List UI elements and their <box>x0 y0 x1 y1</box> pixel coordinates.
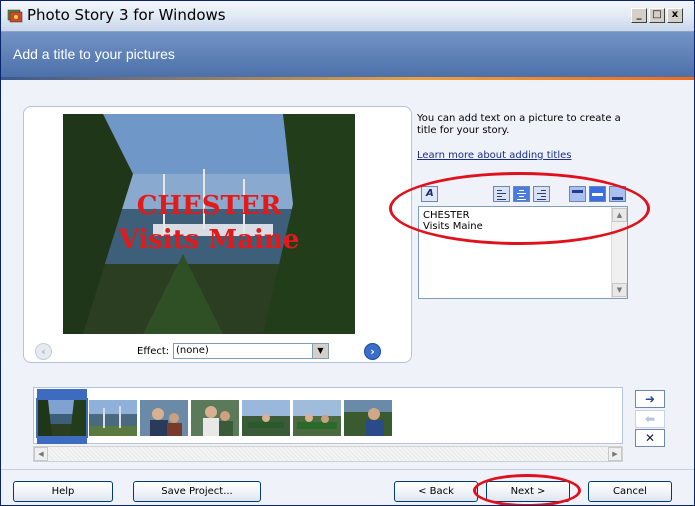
overlay-line-1: CHESTER <box>136 191 282 221</box>
minimize-button[interactable]: _ <box>631 8 647 23</box>
learn-more-link[interactable]: Learn more about adding titles <box>417 150 571 161</box>
app-window: Photo Story 3 for Windows _ □ x Add a ti… <box>0 0 695 506</box>
filmstrip-scrollbar[interactable]: ◀ ▶ <box>33 446 623 462</box>
instructions-text: You can add text on a picture to create … <box>417 113 621 136</box>
align-center-button[interactable] <box>513 186 530 202</box>
footer-divider <box>1 469 694 470</box>
right-arrow-icon: ➜ <box>644 392 656 406</box>
photo-story-app-icon <box>7 9 23 23</box>
align-middle-button[interactable] <box>589 186 606 202</box>
thumbnail[interactable] <box>293 400 341 436</box>
chevron-down-icon[interactable]: ▼ <box>312 344 328 358</box>
left-arrow-icon: ⬅ <box>644 412 656 426</box>
back-button[interactable]: < Back <box>394 481 478 502</box>
text-line-1: CHESTER <box>423 210 470 221</box>
window-title: Photo Story 3 for Windows <box>27 6 226 24</box>
font-icon: A <box>426 188 434 199</box>
next-button[interactable]: Next > <box>486 481 570 502</box>
title-overlay: CHESTER Visits Maine <box>63 189 355 257</box>
thumbnail[interactable] <box>344 400 392 436</box>
thumbnail[interactable] <box>191 400 239 436</box>
title-bar: Photo Story 3 for Windows _ □ x <box>1 1 694 32</box>
save-project-button[interactable]: Save Project... <box>133 481 261 502</box>
chevron-left-icon: ‹ <box>41 345 46 358</box>
title-text-box[interactable]: CHESTER Visits Maine ▲ ▼ <box>418 206 628 299</box>
preview-image[interactable]: CHESTER Visits Maine <box>63 114 355 334</box>
filmstrip <box>33 387 623 444</box>
thumbnail[interactable] <box>140 400 188 436</box>
text-box-scrollbar[interactable]: ▲ ▼ <box>611 207 627 298</box>
scroll-up-icon[interactable]: ▲ <box>612 208 627 222</box>
scroll-left-icon[interactable]: ◀ <box>34 447 48 461</box>
thumbnail[interactable] <box>89 400 137 436</box>
effect-dropdown[interactable]: (none) ▼ <box>173 343 329 359</box>
close-button[interactable]: x <box>667 8 683 23</box>
font-button[interactable]: A <box>421 186 438 202</box>
align-top-button[interactable] <box>569 186 586 202</box>
align-right-button[interactable] <box>533 186 550 202</box>
maximize-button[interactable]: □ <box>649 8 665 23</box>
text-line-2: Visits Maine <box>423 221 483 232</box>
align-bottom-button[interactable] <box>609 186 626 202</box>
thumbnail[interactable] <box>242 400 290 436</box>
overlay-line-2: Visits Maine <box>118 225 300 255</box>
scroll-down-icon[interactable]: ▼ <box>612 283 627 297</box>
align-left-button[interactable] <box>493 186 510 202</box>
step-title: Add a title to your pictures <box>13 46 175 62</box>
cancel-button[interactable]: Cancel <box>588 481 672 502</box>
remove-picture-button[interactable]: ✕ <box>635 429 665 447</box>
move-right-button[interactable]: ➜ <box>635 390 665 408</box>
previous-picture-button[interactable]: ‹ <box>35 343 52 360</box>
effect-label: Effect: <box>137 346 170 357</box>
x-icon: ✕ <box>644 431 656 445</box>
step-header: Add a title to your pictures <box>1 32 694 80</box>
effect-value: (none) <box>176 345 209 356</box>
help-button[interactable]: Help <box>13 481 113 502</box>
chevron-right-icon: › <box>370 345 375 358</box>
next-picture-button[interactable]: › <box>364 343 381 360</box>
scroll-right-icon[interactable]: ▶ <box>608 447 622 461</box>
thumbnail[interactable] <box>36 398 88 438</box>
move-left-button[interactable]: ⬅ <box>635 410 665 428</box>
